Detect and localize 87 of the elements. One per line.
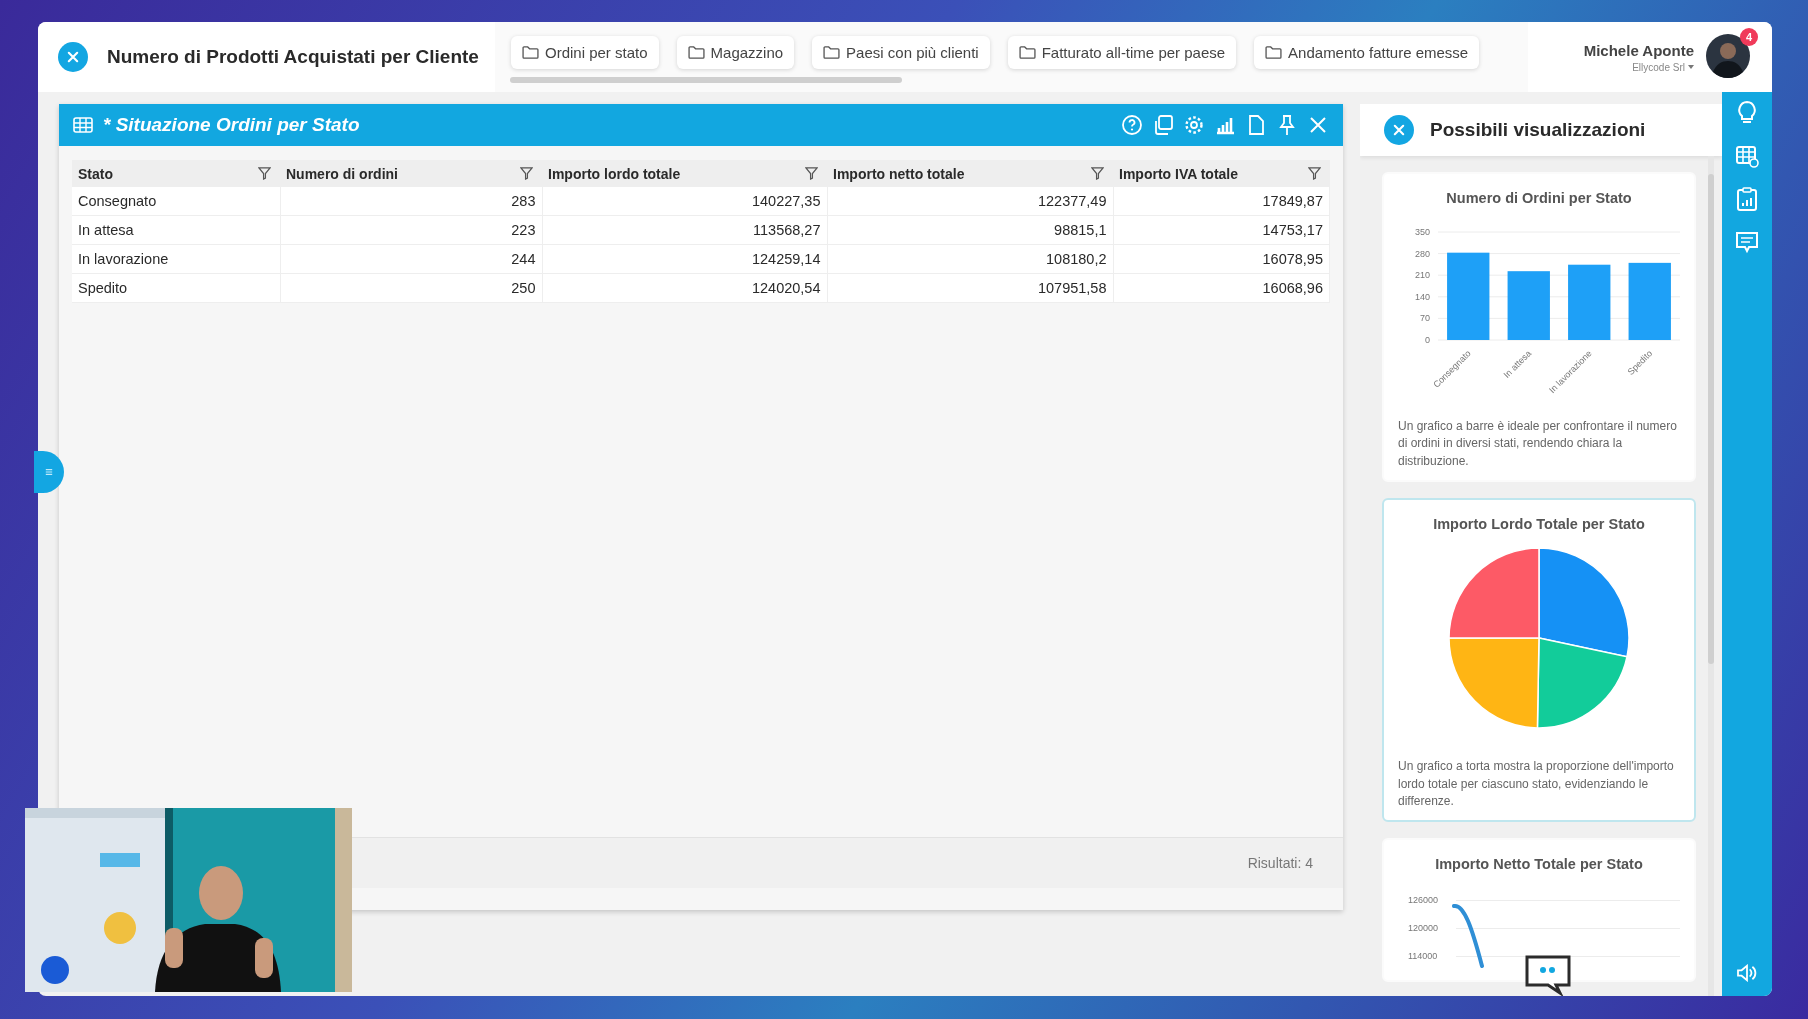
caret-icon[interactable] xyxy=(1688,65,1694,69)
table-icon xyxy=(73,117,93,133)
folder-icon xyxy=(1265,45,1283,59)
column-header[interactable]: Numero di ordini xyxy=(280,160,542,187)
bar[interactable] xyxy=(1507,271,1550,340)
column-header[interactable]: Importo netto totale xyxy=(827,160,1113,187)
table-cell: 140227,35 xyxy=(542,187,827,216)
dashboard-tab[interactable]: Andamento fatture emesse xyxy=(1254,35,1480,69)
panel-title: Possibili visualizzazioni xyxy=(1430,119,1646,141)
notification-badge: 4 xyxy=(1740,28,1758,46)
axis-label: 350 xyxy=(1414,227,1430,237)
axis-label: 280 xyxy=(1414,248,1430,259)
table-cell: 107951,58 xyxy=(827,273,1113,303)
filter-icon[interactable] xyxy=(258,167,271,180)
chart-description: Un grafico a torta mostra la proporzione dell'importo lordo totale per ciascuno stato, evidenziando le differenze. xyxy=(1398,758,1675,810)
chart-title: Importo Netto Totale per Stato xyxy=(1434,856,1644,873)
user-name: Michele Aponte xyxy=(1583,41,1694,59)
column-header[interactable]: Importo lordo totale xyxy=(542,160,827,187)
table-cell: Spedito xyxy=(72,273,280,303)
table-cell: 124020,54 xyxy=(542,273,827,303)
dashboard-tab[interactable]: Ordini per stato xyxy=(511,35,659,69)
close-button[interactable] xyxy=(58,42,88,72)
folder-icon xyxy=(522,45,539,59)
results-count: Risultati: 4 xyxy=(1247,855,1313,871)
filter-icon[interactable] xyxy=(1307,167,1321,180)
chart-title: Importo Lordo Totale per Stato xyxy=(1432,516,1646,533)
close-icon xyxy=(66,50,80,64)
company-name[interactable]: Ellycode Srl xyxy=(1632,61,1685,73)
table-cell: 122377,49 xyxy=(827,187,1113,216)
table-cell: 244 xyxy=(280,244,542,274)
table-cell: 98815,1 xyxy=(827,215,1113,245)
close-icon xyxy=(1392,123,1406,137)
settings-icon[interactable] xyxy=(1183,114,1205,136)
report-icon[interactable] xyxy=(1735,186,1759,212)
close-button[interactable] xyxy=(1384,115,1414,145)
table-cell: 16078,95 xyxy=(1113,244,1330,274)
table-cell: 16068,96 xyxy=(1113,273,1330,303)
axis-label: 210 xyxy=(1414,270,1430,281)
scrollbar-thumb[interactable] xyxy=(510,76,902,83)
column-header[interactable]: Importo IVA totale xyxy=(1113,160,1330,187)
chart-card[interactable]: Importo Netto Totale per Stato 126000 120000 114000 xyxy=(1382,838,1696,983)
table-cell: 250 xyxy=(280,273,542,303)
help-icon[interactable] xyxy=(1121,114,1143,136)
table-cell: 14753,17 xyxy=(1113,215,1330,245)
chart-description: Un grafico a barre è ideale per confrontare il numero di ordini in diversi stati, rendendo chiara la distribuzione. xyxy=(1398,418,1678,470)
speaker-icon[interactable] xyxy=(1736,964,1758,982)
chart-card[interactable]: Importo Lordo Totale per Stato Un grafico a torta mostra la proporzione dell'importo lordo totale per ciascuno stato, evidenziando le differenze. xyxy=(1382,498,1696,823)
axis-label: 120000 xyxy=(1408,923,1440,934)
table-cell: 124259,14 xyxy=(542,244,827,274)
panel-title: * Situazione Ordini per Stato xyxy=(103,114,360,136)
folder-icon xyxy=(1018,45,1036,59)
scrollbar-thumb[interactable] xyxy=(1708,174,1714,664)
axis-label: 0 xyxy=(1425,335,1430,345)
axis-label: 126000 xyxy=(1408,895,1440,906)
pin-icon[interactable] xyxy=(1276,114,1298,136)
bar[interactable] xyxy=(1447,252,1490,340)
lightbulb-icon[interactable] xyxy=(1735,100,1759,126)
folder-icon xyxy=(687,45,705,59)
dashboard-tab[interactable]: Magazzino xyxy=(676,35,795,69)
bar[interactable] xyxy=(1628,262,1671,340)
folder-icon xyxy=(823,45,841,59)
column-header[interactable]: Stato xyxy=(72,160,280,187)
dashboard-tab[interactable]: Paesi con più clienti xyxy=(812,35,990,69)
dashboard-title: Numero di Prodotti Acquistati per Cliente xyxy=(107,46,480,68)
axis-label: 114000 xyxy=(1408,951,1439,962)
table-cell: 108180,2 xyxy=(827,244,1113,274)
filter-icon[interactable] xyxy=(1091,167,1104,180)
copy-icon[interactable] xyxy=(1152,114,1174,136)
table-cell: 223 xyxy=(280,215,542,245)
axis-label: 70 xyxy=(1420,313,1430,324)
chat-icon[interactable] xyxy=(1735,230,1759,254)
table-cell: In lavorazione xyxy=(72,244,280,274)
table-cell: 283 xyxy=(280,187,542,216)
bar[interactable] xyxy=(1568,264,1611,340)
table-cell: 17849,87 xyxy=(1113,187,1330,216)
filter-icon[interactable] xyxy=(805,167,818,180)
chart-card[interactable] xyxy=(1382,172,1696,483)
table-cell: Consegnato xyxy=(72,187,280,216)
filter-icon[interactable] xyxy=(520,167,533,180)
table-cell: In attesa xyxy=(72,215,280,245)
axis-label: 140 xyxy=(1414,291,1430,302)
table-cell: 113568,27 xyxy=(542,215,827,245)
sidebar-handle[interactable] xyxy=(34,451,64,493)
chart-title: Numero di Ordini per Stato xyxy=(1445,190,1633,206)
avatar[interactable] xyxy=(1706,34,1750,78)
table-icon[interactable] xyxy=(1735,144,1759,168)
dashboard-tab[interactable]: Fatturato all-time per paese xyxy=(1007,35,1237,69)
